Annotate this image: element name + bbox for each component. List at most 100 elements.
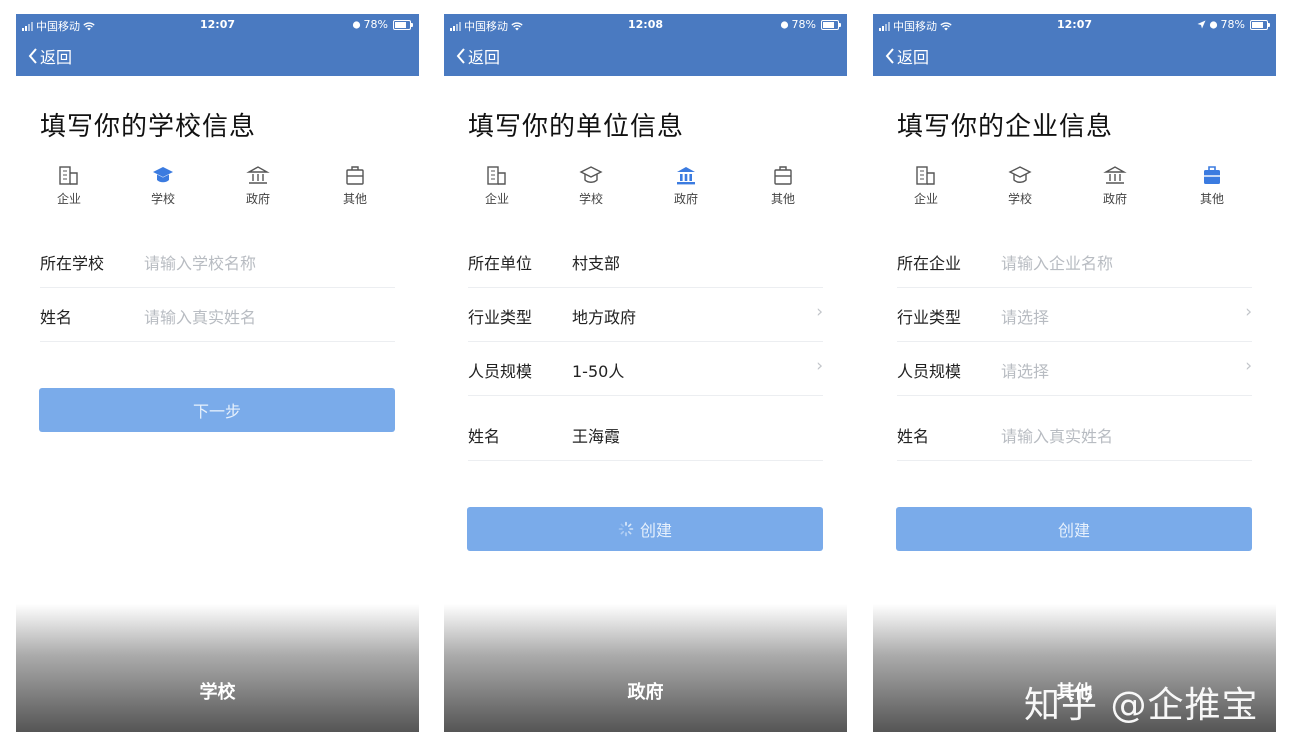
battery-percent: 78% [791, 18, 816, 31]
tab-enterprise[interactable]: 企业 [896, 164, 956, 207]
zhihu-watermark: 知乎 @企推宝 [1024, 685, 1259, 726]
caption-overlay: 学校 [16, 604, 419, 732]
back-button[interactable]: 返回 [28, 44, 72, 68]
enterprise-name-input[interactable]: 请输入企业名称 [1001, 250, 1113, 274]
tab-school[interactable]: 学校 [990, 164, 1050, 207]
industry-select: 请选择 [1001, 308, 1050, 327]
status-bar: 中国移动 12:08 78% [444, 14, 847, 36]
field-enterprise: 所在企业 请输入企业名称 [897, 233, 1252, 288]
org-type-tabs: 企业 学校 政府 其他 [16, 164, 419, 214]
chevron-left-icon [885, 48, 894, 64]
unit-name-input[interactable]: 村支部 [572, 250, 620, 274]
building-icon [487, 166, 506, 185]
alarm-icon [780, 21, 788, 29]
tab-school[interactable]: 学校 [133, 164, 193, 207]
building-icon [916, 166, 935, 185]
field-label: 行业类型 [468, 308, 533, 327]
next-step-button[interactable]: 下一步 [39, 388, 395, 432]
screen-other: 中国移动 12:07 78% 返回 填写你的企业信息 企业 学校 政府 其他 所… [873, 14, 1276, 732]
chevron-right-icon: › [1245, 302, 1252, 322]
battery-percent: 78% [363, 18, 388, 31]
real-name-input[interactable]: 请输入真实姓名 [144, 304, 256, 328]
chevron-right-icon: › [816, 356, 823, 376]
field-industry[interactable]: 行业类型 请选择 › [897, 287, 1252, 342]
alarm-icon [1209, 21, 1217, 29]
field-label: 所在单位 [468, 254, 533, 273]
field-label: 行业类型 [897, 308, 962, 327]
nav-bar: 中国移动 12:07 78% 返回 [873, 14, 1276, 76]
org-type-tabs: 企业 学校 政府 其他 [444, 164, 847, 214]
nav-bar: 中国移动 12:08 78% 返回 [444, 14, 847, 76]
caption-text: 学校 [199, 682, 236, 703]
status-bar: 中国移动 12:07 78% [873, 14, 1276, 36]
briefcase-icon [346, 166, 364, 185]
field-label: 所在企业 [897, 254, 962, 273]
alarm-icon [352, 21, 360, 29]
graduation-cap-icon [579, 166, 603, 183]
screen-school: 中国移动 12:07 78% 返回 填写你的学校信息 企业 学校 政府 其他 所… [16, 14, 419, 732]
screen-government: 中国移动 12:08 78% 返回 填写你的单位信息 企业 学校 政府 其他 所… [444, 14, 847, 732]
field-name: 姓名 王海霞 [468, 406, 823, 461]
battery-icon [1250, 19, 1270, 30]
tab-school[interactable]: 学校 [561, 164, 621, 207]
org-type-tabs: 企业 学校 政府 其他 [873, 164, 1276, 214]
chevron-right-icon: › [1245, 356, 1252, 376]
loading-spinner-icon [618, 521, 634, 537]
field-label: 姓名 [897, 427, 930, 446]
back-button[interactable]: 返回 [456, 44, 500, 68]
page-title: 填写你的企业信息 [897, 112, 1114, 142]
chevron-left-icon [456, 48, 465, 64]
status-right: 78% [780, 18, 841, 31]
tab-government[interactable]: 政府 [228, 164, 288, 207]
caption-overlay: 政府 [444, 604, 847, 732]
graduation-cap-icon [1008, 166, 1032, 183]
briefcase-icon [774, 166, 792, 185]
field-industry[interactable]: 行业类型 地方政府 › [468, 287, 823, 342]
chevron-left-icon [28, 48, 37, 64]
tab-government[interactable]: 政府 [656, 164, 716, 207]
location-arrow-icon [1197, 20, 1206, 29]
building-icon [59, 166, 78, 185]
field-school: 所在学校 请输入学校名称 [40, 233, 395, 288]
staff-size-select: 请选择 [1001, 362, 1050, 381]
staff-size-value: 1-50人 [572, 362, 625, 381]
field-label: 姓名 [468, 427, 501, 446]
status-right: 78% [352, 18, 413, 31]
tab-other[interactable]: 其他 [1182, 164, 1242, 207]
field-unit: 所在单位 村支部 [468, 233, 823, 288]
battery-percent: 78% [1220, 18, 1245, 31]
industry-value: 地方政府 [572, 308, 637, 327]
school-name-input[interactable]: 请输入学校名称 [144, 250, 256, 274]
create-button[interactable]: 创建 [467, 507, 823, 551]
page-title: 填写你的学校信息 [40, 112, 257, 142]
field-label: 人员规模 [468, 362, 533, 381]
field-label: 所在学校 [40, 254, 105, 273]
create-button[interactable]: 创建 [896, 507, 1252, 551]
status-right: 78% [1197, 18, 1270, 31]
field-name: 姓名 请输入真实姓名 [897, 406, 1252, 461]
field-label: 人员规模 [897, 362, 962, 381]
tab-enterprise[interactable]: 企业 [39, 164, 99, 207]
status-bar: 中国移动 12:07 78% [16, 14, 419, 36]
field-staff-size[interactable]: 人员规模 1-50人 › [468, 341, 823, 396]
tab-other[interactable]: 其他 [325, 164, 385, 207]
page-title: 填写你的单位信息 [468, 112, 685, 142]
field-label: 姓名 [40, 308, 73, 327]
field-name: 姓名 请输入真实姓名 [40, 287, 395, 342]
real-name-input[interactable]: 王海霞 [572, 423, 620, 447]
government-building-icon [1103, 166, 1127, 184]
graduation-cap-icon [153, 167, 173, 183]
nav-bar: 中国移动 12:07 78% 返回 [16, 14, 419, 76]
field-staff-size[interactable]: 人员规模 请选择 › [897, 341, 1252, 396]
tab-enterprise[interactable]: 企业 [467, 164, 527, 207]
back-button[interactable]: 返回 [885, 44, 929, 68]
real-name-input[interactable]: 请输入真实姓名 [1001, 423, 1113, 447]
tab-other[interactable]: 其他 [753, 164, 813, 207]
chevron-right-icon: › [816, 302, 823, 322]
caption-text: 政府 [627, 682, 664, 703]
tab-government[interactable]: 政府 [1085, 164, 1145, 207]
government-building-icon [246, 166, 270, 184]
battery-icon [393, 19, 413, 30]
briefcase-icon [1204, 166, 1220, 184]
battery-icon [821, 19, 841, 30]
